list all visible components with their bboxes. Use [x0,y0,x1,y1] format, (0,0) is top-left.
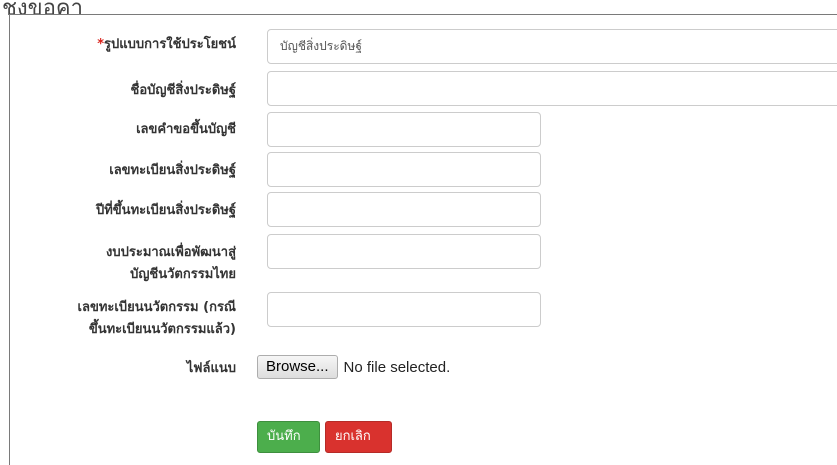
budget-label-line2: บัญชีนวัตกรรมไทย [130,267,236,282]
invention-reg-year-label: ปีที่ขึ้นทะเบียนสิ่งประดิษฐ์ [95,203,236,218]
required-mark: * [97,37,105,52]
file-status-text: No file selected. [343,358,451,376]
innovation-reg-number-label-line1: เลขทะเบียนนวัตกรรม (กรณี [77,300,236,315]
browse-button[interactable]: Browse... [257,355,338,379]
file-upload: Browse... No file selected. [257,354,450,380]
budget-label-line1: งบประมาณเพื่อพัฒนาสู่ [106,245,236,260]
invention-reg-year-field[interactable] [267,192,541,227]
save-button[interactable]: บันทึก [257,421,320,453]
usage-type-label: *รูปแบบการใช้ประโยชน์ [97,35,236,54]
form-panel: *รูปแบบการใช้ประโยชน์ บัญชีสิ่งประดิษฐ์ … [9,14,837,465]
budget-label: งบประมาณเพื่อพัฒนาสู่ บัญชีนวัตกรรมไทย [106,243,236,284]
account-name-field[interactable] [267,71,837,106]
request-number-field[interactable] [267,112,541,147]
usage-type-label-text: รูปแบบการใช้ประโยชน์ [104,37,236,52]
innovation-reg-number-label-line2: ขึ้นทะเบียนนวัตกรรมแล้ว) [88,322,236,337]
usage-type-field[interactable]: บัญชีสิ่งประดิษฐ์ [267,29,837,64]
budget-field[interactable] [267,234,541,269]
invention-reg-number-field[interactable] [267,152,541,187]
attachment-label: ไฟล์แนบ [186,361,236,376]
innovation-reg-number-field[interactable] [267,292,541,327]
request-number-label: เลขคำขอขึ้นบัญชี [136,122,236,137]
account-name-label: ชื่อบัญชีสิ่งประดิษฐ์ [130,83,236,98]
cancel-button[interactable]: ยกเลิก [325,421,392,453]
invention-reg-number-label: เลขทะเบียนสิ่งประดิษฐ์ [109,163,236,178]
innovation-reg-number-label: เลขทะเบียนนวัตกรรม (กรณี ขึ้นทะเบียนนวัต… [78,298,236,339]
